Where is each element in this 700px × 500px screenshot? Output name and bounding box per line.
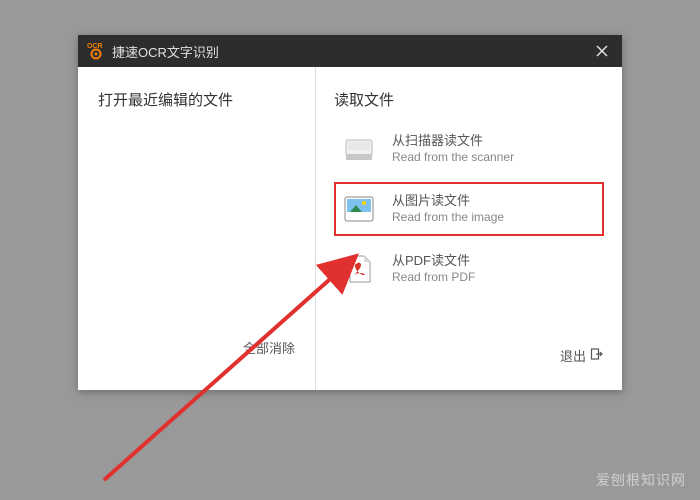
option-title: 从扫描器读文件 (392, 132, 514, 150)
exit-link[interactable]: 退出 (560, 346, 604, 365)
option-title: 从图片读文件 (392, 192, 504, 210)
option-texts: 从图片读文件 Read from the image (392, 192, 504, 226)
clear-all-link[interactable]: 全部消除 (243, 341, 295, 356)
dialog-content: 打开最近编辑的文件 全部消除 读取文件 从扫描器读文件 Read from th… (78, 67, 622, 390)
option-texts: 从PDF读文件 Read from PDF (392, 252, 475, 286)
watermark: 爱刨根知识网 (596, 470, 686, 490)
read-from-image-option[interactable]: 从图片读文件 Read from the image (334, 182, 604, 236)
recent-files-heading: 打开最近编辑的文件 (98, 89, 295, 110)
left-footer: 全部消除 (98, 338, 295, 368)
title-bar: OCR 捷速OCR文字识别 (78, 35, 622, 67)
option-subtitle: Read from the image (392, 210, 504, 226)
read-from-scanner-option[interactable]: 从扫描器读文件 Read from the scanner (334, 122, 604, 176)
right-footer: 退出 (334, 346, 604, 376)
ocr-logo-icon: OCR (86, 41, 106, 61)
exit-label: 退出 (560, 346, 586, 365)
scanner-icon (342, 132, 376, 166)
recent-files-pane: 打开最近编辑的文件 全部消除 (78, 67, 316, 390)
read-from-pdf-option[interactable]: 从PDF读文件 Read from PDF (334, 242, 604, 296)
close-icon (596, 45, 608, 57)
read-file-pane: 读取文件 从扫描器读文件 Read from the scanner (316, 67, 622, 390)
option-title: 从PDF读文件 (392, 252, 475, 270)
close-button[interactable] (582, 35, 622, 67)
pdf-icon (342, 252, 376, 286)
read-file-heading: 读取文件 (334, 89, 604, 110)
option-subtitle: Read from PDF (392, 270, 475, 286)
window-title: 捷速OCR文字识别 (112, 42, 582, 61)
dialog-window: OCR 捷速OCR文字识别 打开最近编辑的文件 全部消除 读取文件 (78, 35, 622, 390)
image-icon (342, 192, 376, 226)
option-texts: 从扫描器读文件 Read from the scanner (392, 132, 514, 166)
exit-icon (590, 347, 604, 364)
option-subtitle: Read from the scanner (392, 150, 514, 166)
